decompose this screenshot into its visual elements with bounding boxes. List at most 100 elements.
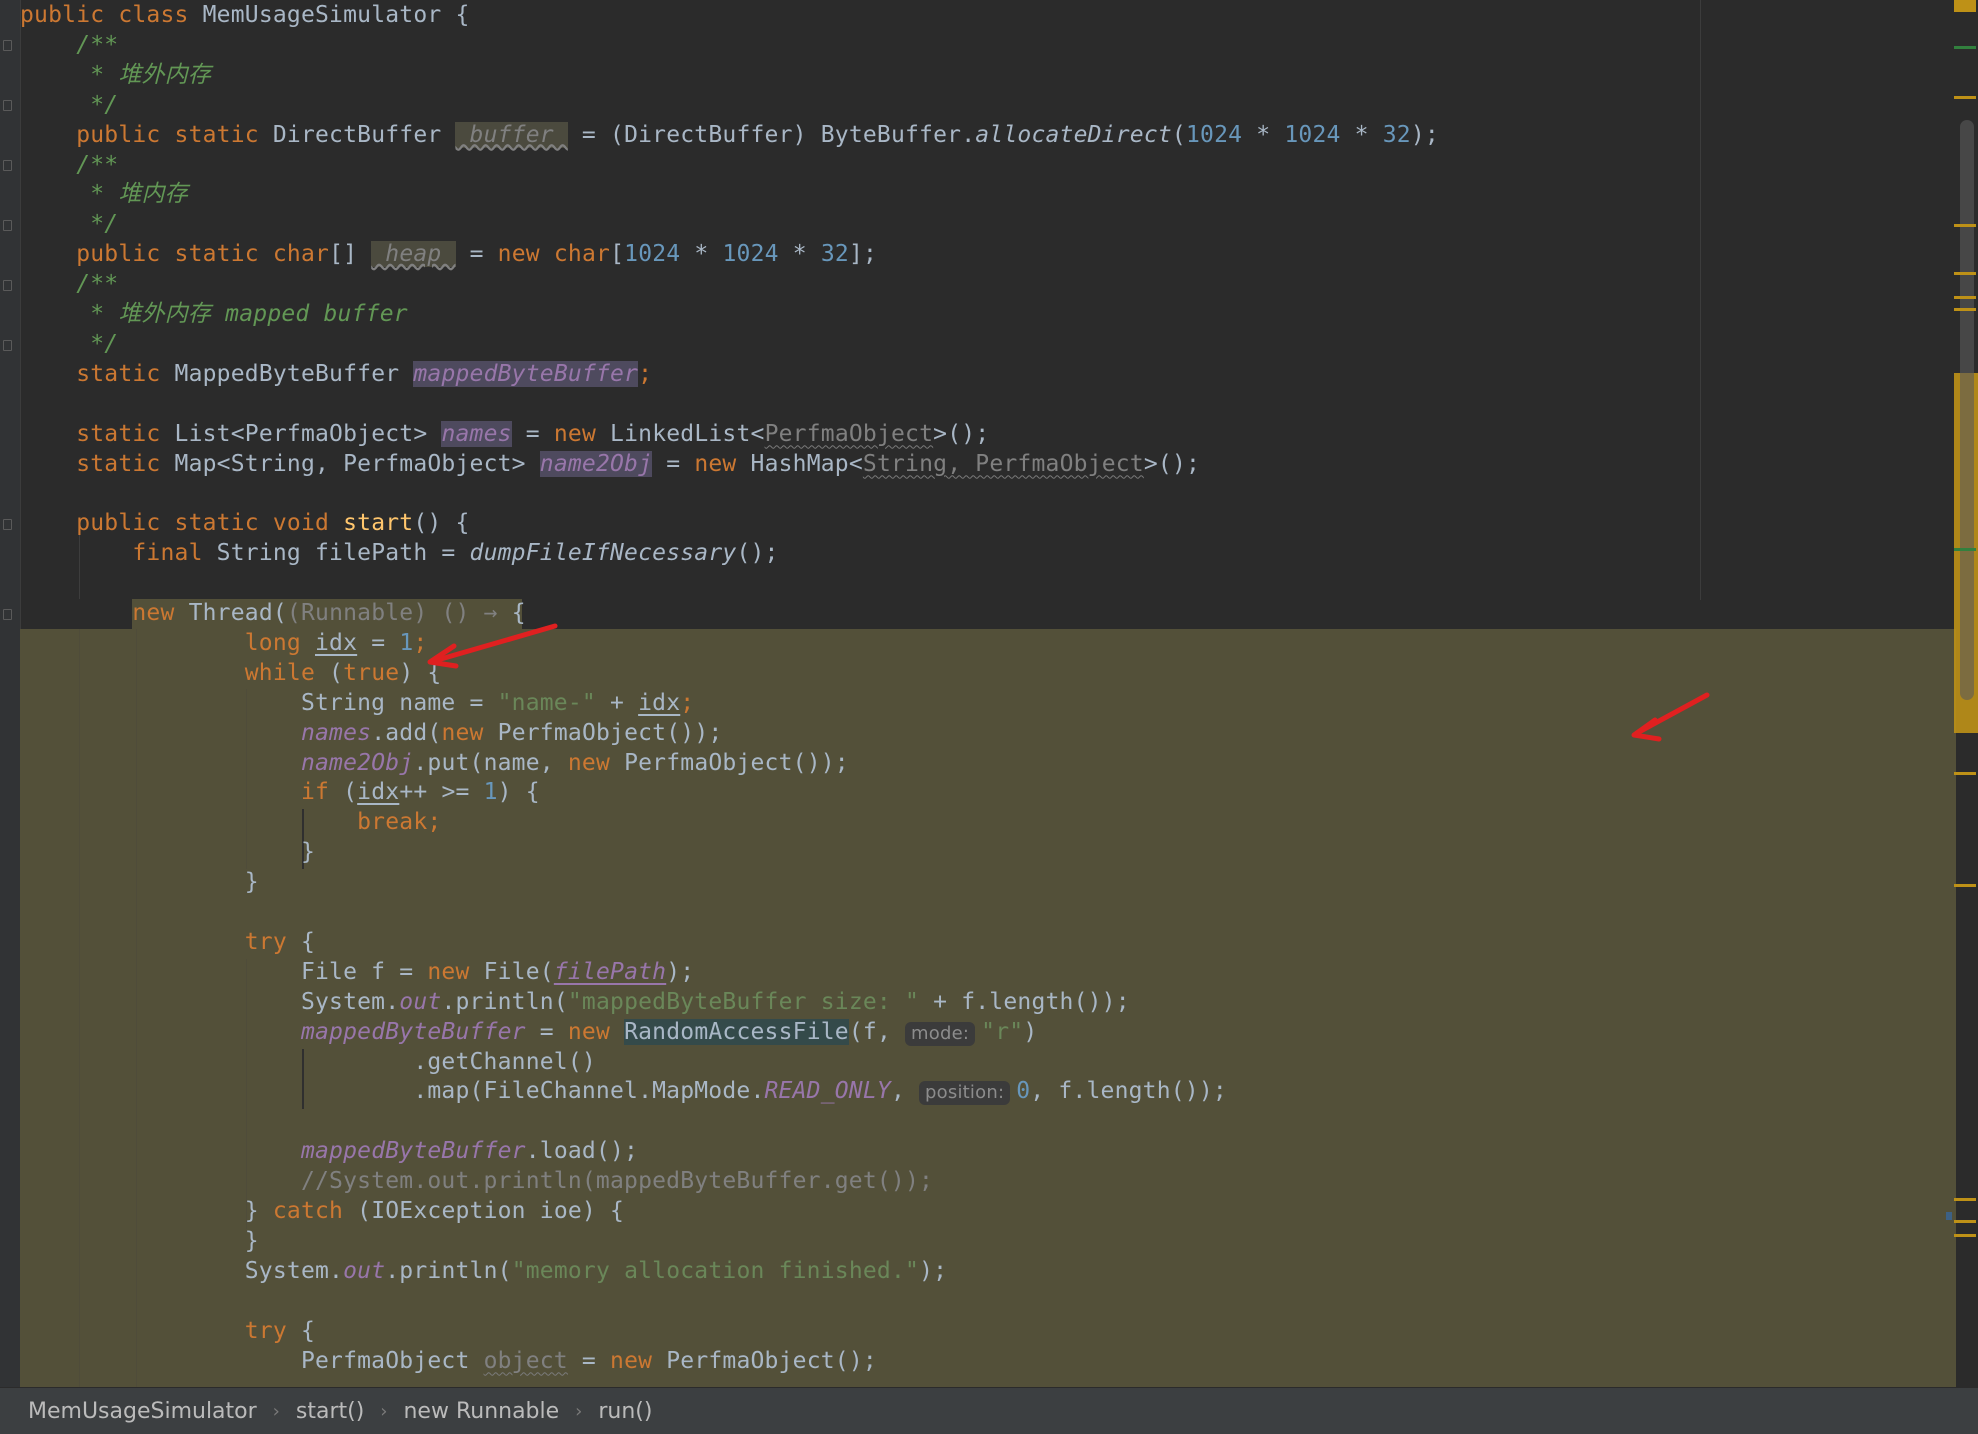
warning-stripe-mark[interactable] <box>1954 884 1976 887</box>
code-line[interactable]: static List<PerfmaObject> names = new Li… <box>20 419 989 449</box>
code-line[interactable]: mappedByteBuffer = new RandomAccessFile(… <box>20 1017 1037 1047</box>
warning-stripe-mark[interactable] <box>1954 308 1976 311</box>
breadcrumb-item-class[interactable]: MemUsageSimulator <box>28 1399 257 1424</box>
code-token: 1024 <box>624 241 681 268</box>
warning-stripe-mark[interactable] <box>1954 1220 1976 1223</box>
code-token: public static void <box>20 510 344 537</box>
error-stripe-mark[interactable] <box>1954 0 1976 12</box>
fold-marker-icon[interactable] <box>3 519 12 530</box>
code-token: (); <box>736 540 779 567</box>
editor-gutter <box>0 0 21 1387</box>
scrollbar-thumb[interactable] <box>1960 120 1974 700</box>
code-line[interactable]: //System.out.println(mappedByteBuffer.ge… <box>20 1166 933 1196</box>
code-token: static <box>20 420 175 447</box>
info-stripe-mark[interactable] <box>1946 1212 1952 1220</box>
code-line[interactable]: public static DirectBuffer buffer = (Dir… <box>20 120 1439 150</box>
code-token: "r" <box>981 1018 1024 1045</box>
code-line[interactable]: static Map<String, PerfmaObject> name2Ob… <box>20 449 1200 479</box>
code-token: } <box>20 1227 259 1254</box>
fold-marker-icon[interactable] <box>3 100 12 111</box>
code-line[interactable]: try { <box>20 927 315 957</box>
warning-stripe-mark[interactable] <box>1954 272 1976 275</box>
parameter-hint: position: <box>919 1081 1011 1106</box>
fold-marker-icon[interactable] <box>3 40 12 51</box>
code-line[interactable]: } <box>20 837 315 867</box>
code-line[interactable]: } <box>20 1226 259 1256</box>
code-line[interactable]: */ <box>20 329 118 359</box>
code-line[interactable]: break; <box>20 807 441 837</box>
code-line[interactable]: * 堆外内存 mapped buffer <box>20 299 408 329</box>
fold-marker-icon[interactable] <box>3 340 12 351</box>
code-token: .add( <box>371 719 442 746</box>
code-line[interactable]: try { <box>20 1316 315 1346</box>
code-token: } <box>20 839 315 866</box>
warning-stripe-mark[interactable] <box>1954 296 1976 299</box>
code-line[interactable]: String name = "name-" + idx; <box>20 688 694 718</box>
code-token: public class <box>20 2 203 28</box>
code-token: PerfmaObject(); <box>666 1347 877 1374</box>
code-token: out <box>399 988 442 1015</box>
code-line[interactable]: PerfmaObject object = new PerfmaObject()… <box>20 1346 877 1376</box>
fold-marker-icon[interactable] <box>3 160 12 171</box>
code-token: 32 <box>820 241 849 268</box>
warning-stripe-mark[interactable] <box>1954 96 1976 99</box>
code-token: "mappedByteBuffer size: " <box>567 988 920 1015</box>
code-line[interactable]: final String filePath = dumpFileIfNecess… <box>20 538 779 568</box>
breadcrumb-item-run[interactable]: run() <box>598 1399 652 1424</box>
code-token: ) { <box>497 779 540 806</box>
code-line[interactable]: System.out.println("memory allocation fi… <box>20 1256 947 1286</box>
code-token: RandomAccessFile <box>624 1018 849 1045</box>
code-line[interactable]: public static char[] heap = new char[102… <box>20 239 877 269</box>
warning-stripe-mark[interactable] <box>1954 1234 1976 1237</box>
code-token: buffer <box>455 121 568 148</box>
breadcrumb-item-lambda[interactable]: new Runnable <box>403 1399 559 1424</box>
code-line[interactable]: /** <box>20 150 118 180</box>
code-token: /** <box>20 271 119 298</box>
warning-stripe-mark[interactable] <box>1954 1198 1976 1201</box>
code-line[interactable]: .map(FileChannel.MapMode.READ_ONLY, posi… <box>20 1076 1227 1106</box>
code-line[interactable]: if (idx++ >= 1) { <box>20 777 540 807</box>
code-line[interactable]: .getChannel() <box>20 1047 596 1077</box>
change-stripe-mark[interactable] <box>1954 548 1976 551</box>
warning-stripe-mark[interactable] <box>1954 772 1976 775</box>
code-token: new <box>427 958 484 985</box>
warning-stripe-mark[interactable] <box>1954 224 1976 227</box>
code-line[interactable]: * 堆内存 <box>20 179 188 209</box>
code-token: ]; <box>848 241 878 268</box>
code-line[interactable]: */ <box>20 209 118 239</box>
code-token: MemUsageSimulator { <box>202 2 470 28</box>
code-line[interactable]: System.out.println("mappedByteBuffer siz… <box>20 987 1130 1017</box>
code-token: File( <box>483 958 554 985</box>
code-token: .put(name, <box>413 749 568 776</box>
code-line[interactable]: } <box>20 867 259 897</box>
code-line[interactable]: long idx = 1; <box>20 628 427 658</box>
code-token: idx <box>357 779 400 806</box>
code-line[interactable]: static MappedByteBuffer mappedByteBuffer… <box>20 359 652 389</box>
code-token: 1024 <box>1284 121 1341 148</box>
code-line[interactable]: while (true) { <box>20 658 442 688</box>
code-line[interactable]: mappedByteBuffer.load(); <box>20 1136 638 1166</box>
fold-marker-icon[interactable] <box>3 220 12 231</box>
code-token: true <box>343 659 400 686</box>
code-line[interactable]: names.add(new PerfmaObject()); <box>20 718 722 748</box>
code-line[interactable]: /** <box>20 30 118 60</box>
code-line[interactable]: * 堆外内存 <box>20 60 211 90</box>
code-token: 1024 <box>1185 121 1243 148</box>
code-line[interactable]: public class MemUsageSimulator { <box>20 0 470 30</box>
breadcrumb-item-method[interactable]: start() <box>296 1399 364 1424</box>
code-line[interactable]: File f = new File(filePath); <box>20 957 694 987</box>
code-token: DirectBuffer <box>272 121 456 148</box>
code-line[interactable]: */ <box>20 90 118 120</box>
fold-marker-icon[interactable] <box>3 609 12 620</box>
fold-marker-icon[interactable] <box>3 280 12 291</box>
code-line[interactable]: /** <box>20 269 118 299</box>
code-line[interactable]: public static void start() { <box>20 508 470 538</box>
code-line[interactable]: name2Obj.put(name, new PerfmaObject()); <box>20 748 849 778</box>
change-stripe-mark[interactable] <box>1954 46 1976 49</box>
right-margin-guide <box>1700 0 1701 600</box>
code-token: (IOException ioe) { <box>357 1198 625 1224</box>
code-token: = <box>567 1347 611 1374</box>
code-line[interactable]: } catch (IOException ioe) { <box>20 1196 624 1226</box>
